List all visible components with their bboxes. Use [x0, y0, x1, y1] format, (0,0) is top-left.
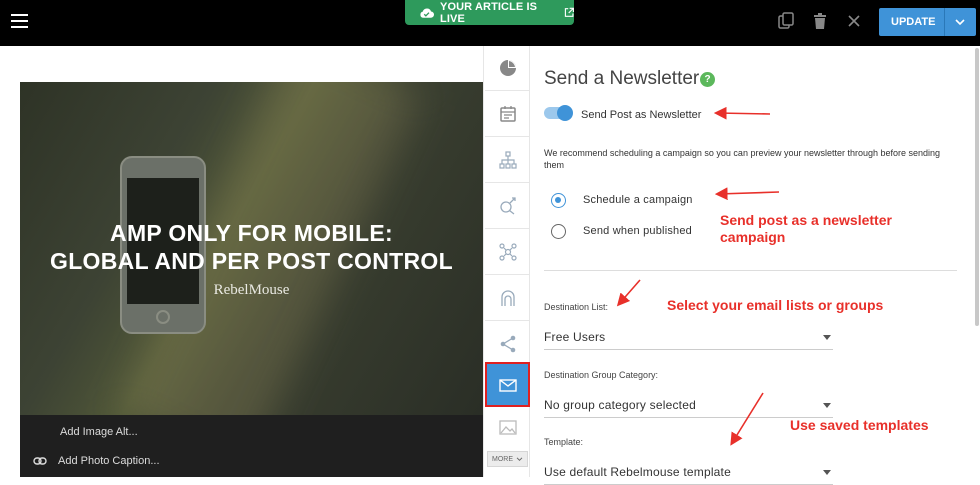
recommendation-text: We recommend scheduling a campaign so yo… — [544, 148, 941, 170]
featured-image[interactable]: AMP ONLY FOR MOBILE: GLOBAL AND PER POST… — [20, 82, 483, 415]
image-caption-area: Add Image Alt... Add Photo Caption... — [20, 415, 483, 477]
caret-down-icon — [823, 403, 831, 408]
sitemap-icon — [498, 151, 517, 169]
caret-down-icon — [823, 470, 831, 475]
update-label: UPDATE — [891, 16, 936, 28]
more-tabs-button[interactable]: MORE — [487, 451, 528, 467]
image-title-line1: AMP ONLY FOR MOBILE: — [110, 220, 393, 246]
arrow-destination — [616, 279, 641, 307]
more-label: MORE — [492, 455, 513, 463]
envelope-icon — [498, 378, 517, 392]
image-icon — [498, 420, 517, 435]
group-category-label: Destination Group Category: — [544, 370, 659, 380]
tab-share[interactable] — [485, 322, 530, 367]
panel-title: Send a Newsletter — [544, 68, 700, 89]
update-button[interactable]: UPDATE — [879, 8, 976, 36]
group-category-select[interactable]: No group category selected — [544, 394, 833, 418]
update-separator — [944, 8, 945, 36]
chevron-down-icon — [516, 456, 523, 461]
send-when-published-radio[interactable] — [551, 224, 566, 239]
tab-workflow[interactable] — [485, 230, 530, 275]
schedule-campaign-label: Schedule a campaign — [583, 194, 693, 206]
template-label: Template: — [544, 437, 584, 447]
annotation-campaign-line2: campaign — [720, 229, 786, 245]
external-link-icon — [564, 7, 574, 17]
lock-arch-icon — [500, 290, 515, 306]
live-label: YOUR ARTICLE IS LIVE — [440, 0, 538, 25]
editor-tab-rail — [483, 46, 530, 477]
arrow-toggle — [713, 106, 771, 120]
tab-media[interactable] — [485, 408, 530, 448]
trash-icon[interactable] — [810, 11, 830, 31]
destination-list-label: Destination List: — [544, 302, 609, 312]
top-toolbar: YOUR ARTICLE IS LIVE UPDATE — [0, 0, 980, 46]
send-as-newsletter-toggle[interactable] — [544, 105, 573, 121]
add-photo-caption-link[interactable]: Add Photo Caption... — [58, 455, 160, 467]
annotation-campaign: Send post as a newsletter campaign — [720, 212, 892, 246]
menu-icon[interactable] — [11, 14, 28, 28]
share-icon — [500, 335, 515, 353]
tab-seo[interactable] — [485, 184, 530, 229]
tab-paywall[interactable] — [485, 276, 530, 321]
annotation-lists: Select your email lists or groups — [667, 297, 884, 313]
tab-schedule[interactable] — [485, 92, 530, 137]
tab-sections[interactable] — [485, 138, 530, 183]
target-search-icon — [499, 197, 516, 215]
annotation-campaign-line1: Send post as a newsletter — [720, 212, 892, 228]
toggle-label: Send Post as Newsletter — [581, 109, 702, 121]
help-icon[interactable]: ? — [700, 72, 715, 87]
link-icon — [33, 457, 47, 465]
schedule-campaign-radio[interactable] — [551, 193, 566, 208]
cloud-check-icon — [420, 8, 435, 18]
tab-newsletter[interactable] — [485, 362, 530, 407]
group-category-value: No group category selected — [544, 398, 696, 412]
tab-analytics[interactable] — [485, 46, 530, 91]
destination-list-select[interactable]: Free Users — [544, 326, 833, 350]
destination-list-value: Free Users — [544, 330, 606, 344]
duplicate-icon[interactable] — [776, 11, 796, 31]
caret-down-icon — [823, 335, 831, 340]
network-icon — [498, 243, 517, 261]
template-select[interactable]: Use default Rebelmouse template — [544, 461, 833, 485]
pie-chart-icon — [499, 60, 516, 76]
chevron-down-icon[interactable] — [954, 17, 966, 27]
image-title-line2: GLOBAL AND PER POST CONTROL — [50, 248, 453, 274]
article-live-badge[interactable]: YOUR ARTICLE IS LIVE — [405, 0, 574, 25]
add-image-alt-link[interactable]: Add Image Alt... — [60, 426, 138, 438]
arrow-radio — [714, 187, 780, 201]
annotation-templates: Use saved templates — [790, 417, 929, 433]
image-brand-text: RebelMouse — [213, 282, 290, 298]
section-divider — [544, 270, 957, 271]
calendar-icon — [499, 106, 516, 122]
panel-scrollbar[interactable] — [975, 48, 979, 326]
close-icon[interactable] — [844, 11, 864, 31]
send-when-published-label: Send when published — [583, 225, 692, 237]
